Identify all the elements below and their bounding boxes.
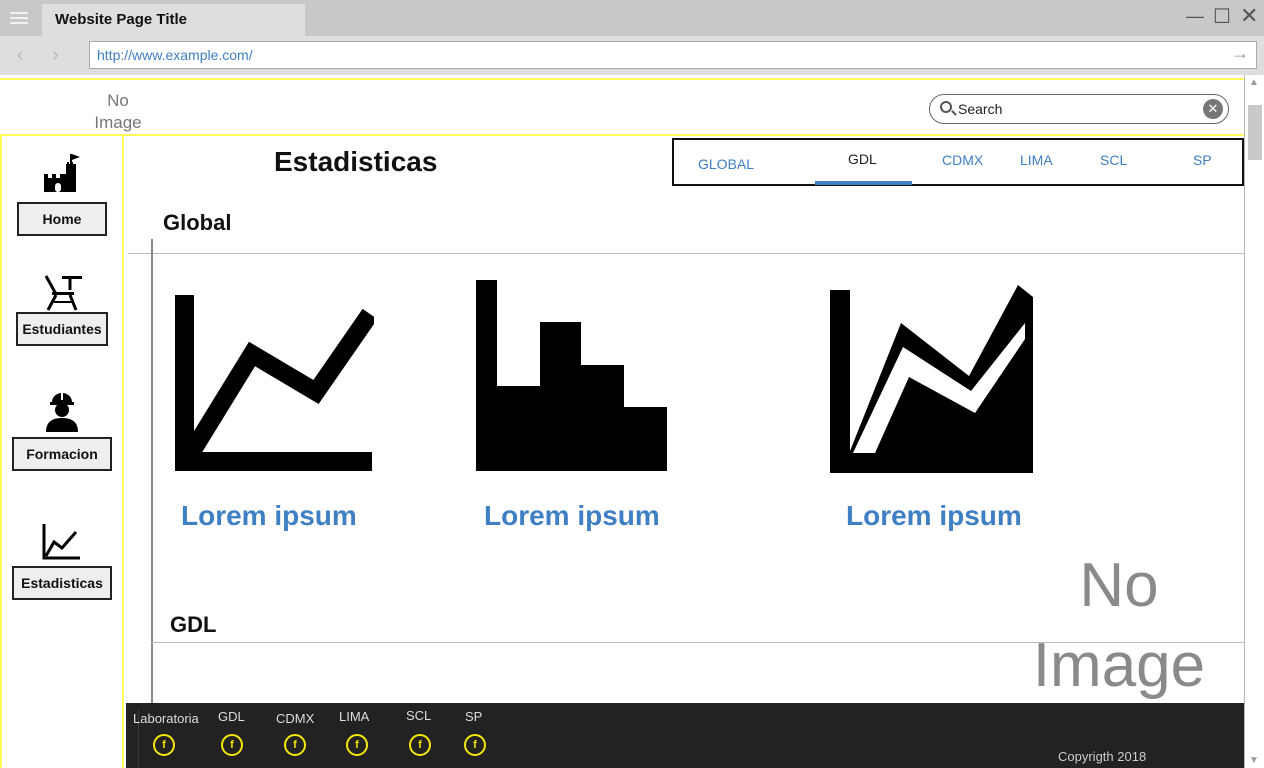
tab-gdl[interactable]: GDL — [848, 151, 877, 167]
card-link-2[interactable]: Lorem ipsum — [484, 500, 660, 532]
footer-link-laboratoria[interactable]: Laboratoria — [133, 711, 199, 726]
facebook-icon[interactable]: f — [346, 734, 368, 756]
scroll-up-icon[interactable]: ▲ — [1249, 77, 1259, 88]
footer-link-scl[interactable]: SCL — [406, 708, 431, 723]
footer-link-lima[interactable]: LIMA — [339, 709, 369, 724]
scroll-down-icon[interactable]: ▼ — [1249, 755, 1259, 766]
logo-placeholder: No Image — [94, 91, 142, 132]
footer-link-cdmx[interactable]: CDMX — [276, 711, 314, 726]
line-chart-icon — [42, 524, 80, 560]
card-link-3[interactable]: Lorem ipsum — [846, 500, 1022, 532]
worker-icon — [46, 393, 78, 432]
sidebar-item-estadisticas[interactable]: Estadisticas — [2, 522, 122, 600]
sidebar-item-home[interactable]: Home — [2, 152, 122, 236]
go-arrow-icon[interactable]: → — [1231, 43, 1249, 64]
browser-titlebar: Website Page Title — ☐ ✕ — [0, 0, 1264, 36]
page-scrollbar[interactable]: ▲ ▼ — [1244, 75, 1264, 768]
page-title: Estadisticas — [274, 146, 438, 177]
url-input[interactable] — [89, 41, 1257, 69]
page-viewport: NoImage ✕ Home — [0, 75, 1264, 768]
back-icon[interactable]: ‹ — [17, 44, 24, 67]
browser-menu-icon[interactable] — [10, 10, 32, 26]
tab-scl[interactable]: SCL — [1100, 152, 1127, 168]
maximize-icon[interactable]: ☐ — [1213, 4, 1231, 29]
browser-addressbar: ‹ › → — [0, 36, 1264, 75]
home-button[interactable]: Home — [17, 202, 107, 236]
vertical-guide-line — [151, 239, 153, 768]
desk-chair-icon — [44, 275, 82, 311]
active-tab-indicator — [815, 181, 912, 185]
search-box[interactable]: ✕ — [929, 94, 1229, 124]
site-header: NoImage ✕ — [0, 78, 1244, 136]
facebook-icon[interactable]: f — [409, 734, 431, 756]
tab-global[interactable]: GLOBAL — [698, 156, 754, 172]
estudiantes-button[interactable]: Estudiantes — [16, 312, 108, 346]
tab-cdmx[interactable]: CDMX — [942, 152, 983, 168]
sidebar: Home Estudiantes Formacion Estadisticas — [0, 136, 124, 768]
sidebar-item-formacion[interactable]: Formacion — [2, 390, 122, 471]
section-divider — [128, 253, 1244, 254]
footer-link-sp[interactable]: SP — [465, 709, 482, 724]
card-link-1[interactable]: Lorem ipsum — [181, 500, 357, 532]
formacion-button[interactable]: Formacion — [12, 437, 112, 471]
facebook-icon[interactable]: f — [284, 734, 306, 756]
browser-tab-title: Website Page Title — [55, 11, 187, 28]
image-placeholder: No Image — [1032, 551, 1206, 700]
section-divider — [151, 642, 1244, 643]
estadisticas-button[interactable]: Estadisticas — [12, 566, 112, 600]
site-footer: Laboratoria GDL CDMX LIMA SCL SP f f f f… — [126, 703, 1244, 768]
minimize-icon[interactable]: — — [1186, 6, 1204, 27]
section-title-gdl: GDL — [170, 612, 217, 637]
castle-icon — [44, 154, 80, 192]
facebook-icon[interactable]: f — [221, 734, 243, 756]
section-title-global: Global — [163, 210, 232, 235]
area-chart-icon — [830, 285, 1033, 473]
step-area-chart-icon — [476, 280, 667, 471]
sidebar-item-estudiantes[interactable]: Estudiantes — [2, 272, 122, 346]
copyright-text: Copyrigth 2018 — [1058, 749, 1147, 764]
clear-search-icon[interactable]: ✕ — [1203, 99, 1223, 119]
facebook-icon[interactable]: f — [464, 734, 486, 756]
scroll-thumb[interactable] — [1248, 105, 1262, 160]
footer-link-gdl[interactable]: GDL — [218, 709, 245, 724]
search-icon — [940, 101, 952, 113]
browser-tab[interactable]: Website Page Title — [42, 4, 305, 36]
forward-icon[interactable]: › — [52, 44, 59, 67]
region-tabs: GLOBAL GDL CDMX LIMA SCL SP — [672, 138, 1244, 186]
main-content: Estadisticas GLOBAL GDL CDMX LIMA SCL SP… — [126, 136, 1244, 768]
line-chart-icon — [175, 295, 374, 471]
tab-sp[interactable]: SP — [1193, 152, 1212, 168]
facebook-icon[interactable]: f — [153, 734, 175, 756]
tab-lima[interactable]: LIMA — [1020, 152, 1053, 168]
search-input[interactable] — [958, 100, 1198, 118]
close-icon[interactable]: ✕ — [1240, 3, 1258, 29]
